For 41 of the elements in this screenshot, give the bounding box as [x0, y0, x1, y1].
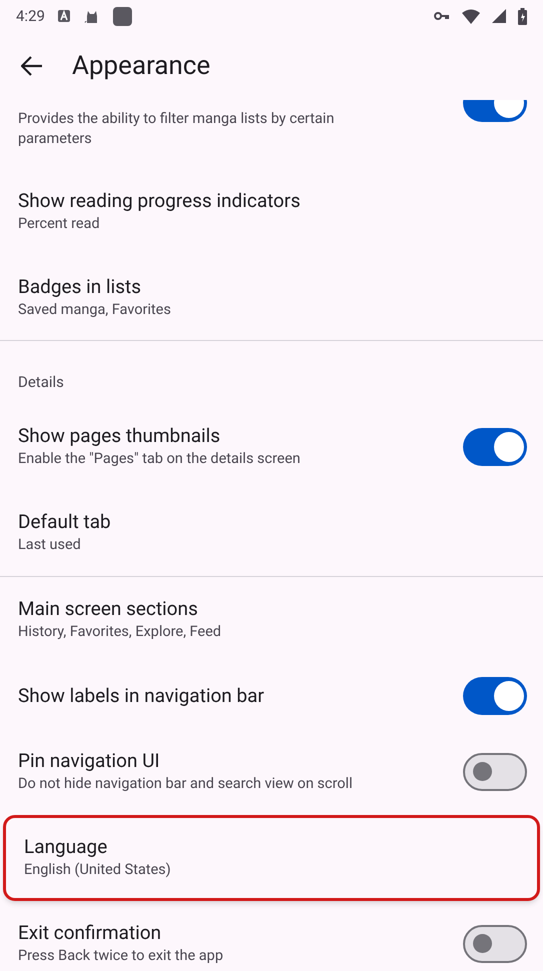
setting-title: Language	[24, 835, 108, 859]
setting-description: Enable the "Pages" tab on the details screen	[18, 449, 302, 469]
setting-title: Main screen sections	[18, 597, 199, 621]
square-icon	[112, 6, 132, 26]
setting-description: Percent read	[18, 214, 101, 234]
screen-title: Appearance	[72, 50, 210, 82]
setting-title: Pin navigation UI	[18, 749, 161, 773]
section-header: Details	[17, 372, 65, 393]
toggle-switch[interactable]	[463, 428, 527, 466]
setting-title: Default tab	[18, 510, 112, 534]
app-notification-icon	[56, 9, 71, 23]
setting-title: Badges in lists	[18, 274, 142, 298]
wifi-icon	[462, 8, 480, 24]
setting-item[interactable]: Show reading progress indicators Percent read	[0, 168, 543, 254]
setting-title: Show labels in navigation bar	[18, 684, 266, 708]
setting-title: Show reading progress indicators	[18, 188, 302, 212]
back-arrow-icon	[21, 56, 43, 76]
setting-item[interactable]: Badges in lists Saved manga, Favorites	[0, 254, 543, 340]
setting-item[interactable]: Main screen sections History, Favorites, Explore, Feed	[0, 576, 543, 662]
setting-description: Do not hide navigation bar and search view on scroll	[18, 774, 354, 794]
signal-icon	[492, 9, 506, 23]
setting-item[interactable]: Default tab Last used	[0, 490, 543, 576]
battery-icon	[518, 8, 527, 24]
toggle-switch[interactable]	[463, 676, 527, 714]
setting-item[interactable]: Language English (United States)	[3, 814, 540, 900]
setting-item[interactable]: Show labels in navigation bar	[0, 662, 543, 728]
setting-description: Saved manga, Favorites	[18, 300, 172, 320]
setting-item[interactable]: Show pages thumbnails Enable the "Pages" tab on the details screen	[0, 404, 543, 490]
status-time: 4:29	[16, 6, 45, 27]
setting-description: Provides the ability to filter manga lists by certain parameters	[18, 109, 336, 149]
setting-title: Show pages thumbnails	[18, 424, 222, 448]
setting-item[interactable]: Exit confirmation Press Back twice to exit the app	[0, 900, 543, 971]
toggle-switch[interactable]	[463, 924, 527, 962]
setting-item[interactable]: Pin navigation UI Do not hide navigation bar and search view on scroll	[0, 728, 543, 814]
setting-description: History, Favorites, Explore, Feed	[18, 622, 222, 642]
toggle-switch[interactable]	[463, 752, 527, 790]
setting-title: Exit confirmation	[18, 921, 162, 945]
setting-description: Press Back twice to exit the app	[18, 946, 224, 966]
setting-description: Last used	[18, 535, 82, 555]
key-icon	[434, 11, 450, 21]
setting-description: English (United States)	[24, 860, 172, 880]
